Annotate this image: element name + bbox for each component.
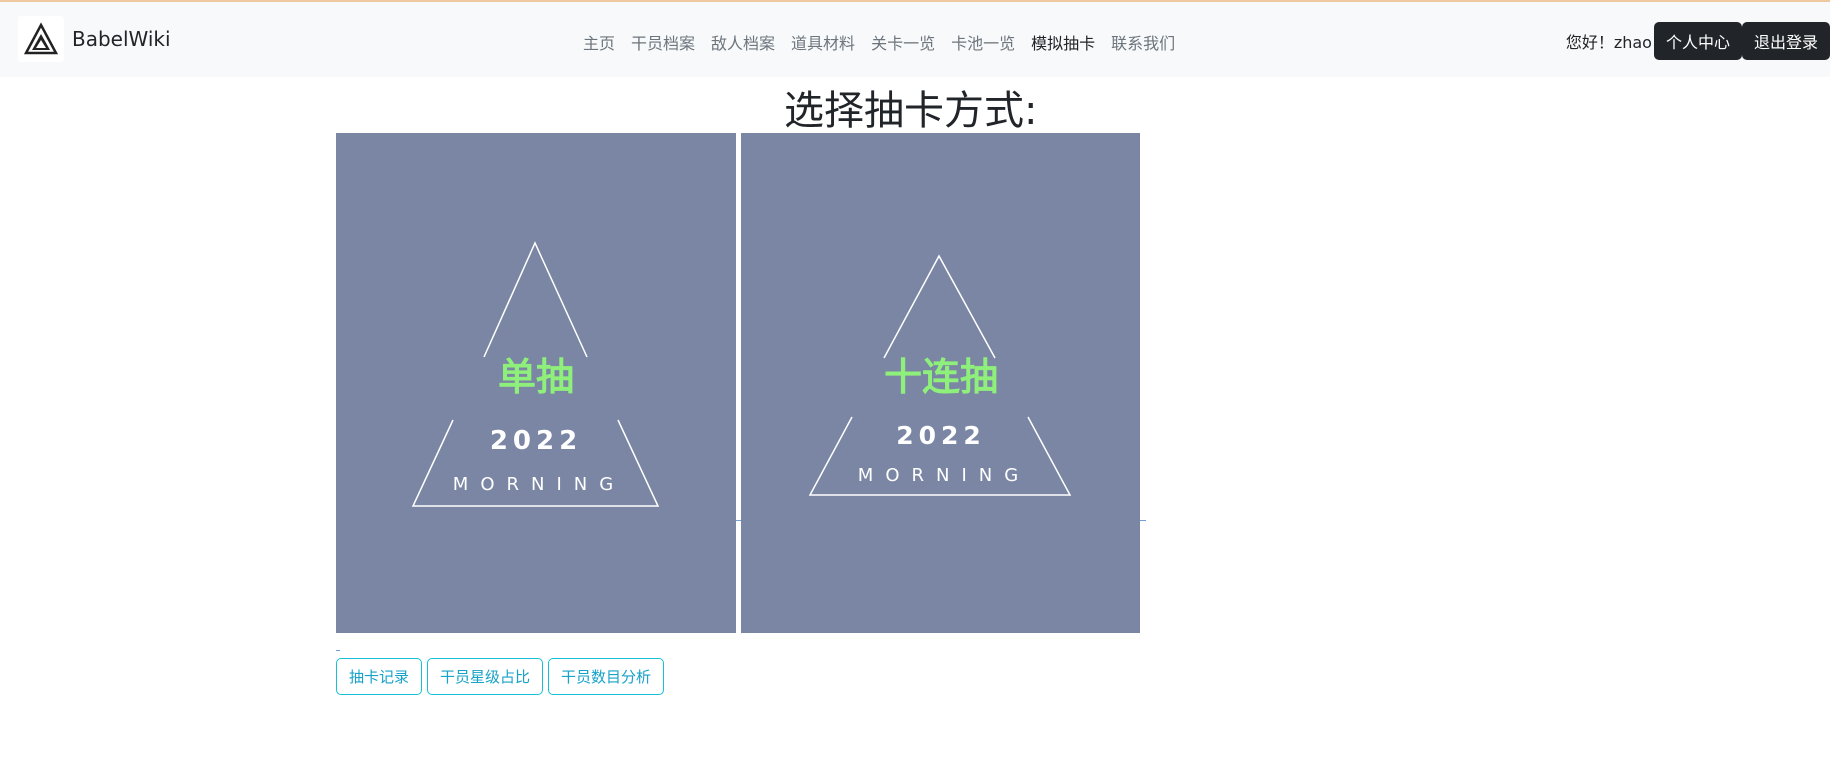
ten-draw-card[interactable]: 十连抽 2022 MORNING <box>741 133 1140 633</box>
triangle-frame-icon: 十连抽 2022 MORNING <box>808 254 1072 496</box>
user-area: 您好！zhao 个人中心 退出登录 <box>1566 22 1830 60</box>
rarity-ratio-button[interactable]: 干员星级占比 <box>427 658 544 695</box>
main-nav: 主页 干员档案 敌人档案 道具材料 关卡一览 卡池一览 模拟抽卡 联系我们 <box>583 30 1191 54</box>
logout-button[interactable]: 退出登录 <box>1741 22 1830 60</box>
page-title: 选择抽卡方式: <box>784 88 1038 134</box>
navbar: BabelWiki 主页 干员档案 敌人档案 道具材料 关卡一览 卡池一览 模拟… <box>0 2 1830 77</box>
draw-history-button[interactable]: 抽卡记录 <box>336 658 423 695</box>
nav-item-stages[interactable]: 关卡一览 <box>871 30 935 54</box>
link-underline <box>336 650 340 651</box>
nav-item-banners[interactable]: 卡池一览 <box>951 30 1015 54</box>
nav-item-enemies[interactable]: 敌人档案 <box>711 30 775 54</box>
profile-button[interactable]: 个人中心 <box>1653 22 1742 60</box>
operator-count-button[interactable]: 干员数目分析 <box>548 658 665 695</box>
user-greeting: 您好！zhao <box>1565 33 1652 52</box>
card-title: 十连抽 <box>884 355 998 399</box>
triangle-frame-icon: 单抽 2022 MORNING <box>411 241 660 507</box>
brand-name: BabelWiki <box>72 27 171 51</box>
card-year: 2022 <box>896 421 986 450</box>
nav-item-items[interactable]: 道具材料 <box>791 30 855 54</box>
nav-item-gacha-sim[interactable]: 模拟抽卡 <box>1031 30 1095 54</box>
card-title: 单抽 <box>498 355 574 399</box>
nav-item-operators[interactable]: 干员档案 <box>631 30 695 54</box>
card-subtitle: MORNING <box>858 465 1030 486</box>
card-subtitle: MORNING <box>453 474 625 495</box>
brand[interactable]: BabelWiki <box>18 16 171 62</box>
analysis-actions: 抽卡记录 干员星级占比 干员数目分析 <box>336 658 665 695</box>
card-year: 2022 <box>490 426 582 456</box>
single-draw-card[interactable]: 单抽 2022 MORNING <box>336 133 736 633</box>
nav-item-contact[interactable]: 联系我们 <box>1111 30 1175 54</box>
nav-item-home[interactable]: 主页 <box>583 30 615 54</box>
triangle-logo-icon <box>18 16 64 62</box>
